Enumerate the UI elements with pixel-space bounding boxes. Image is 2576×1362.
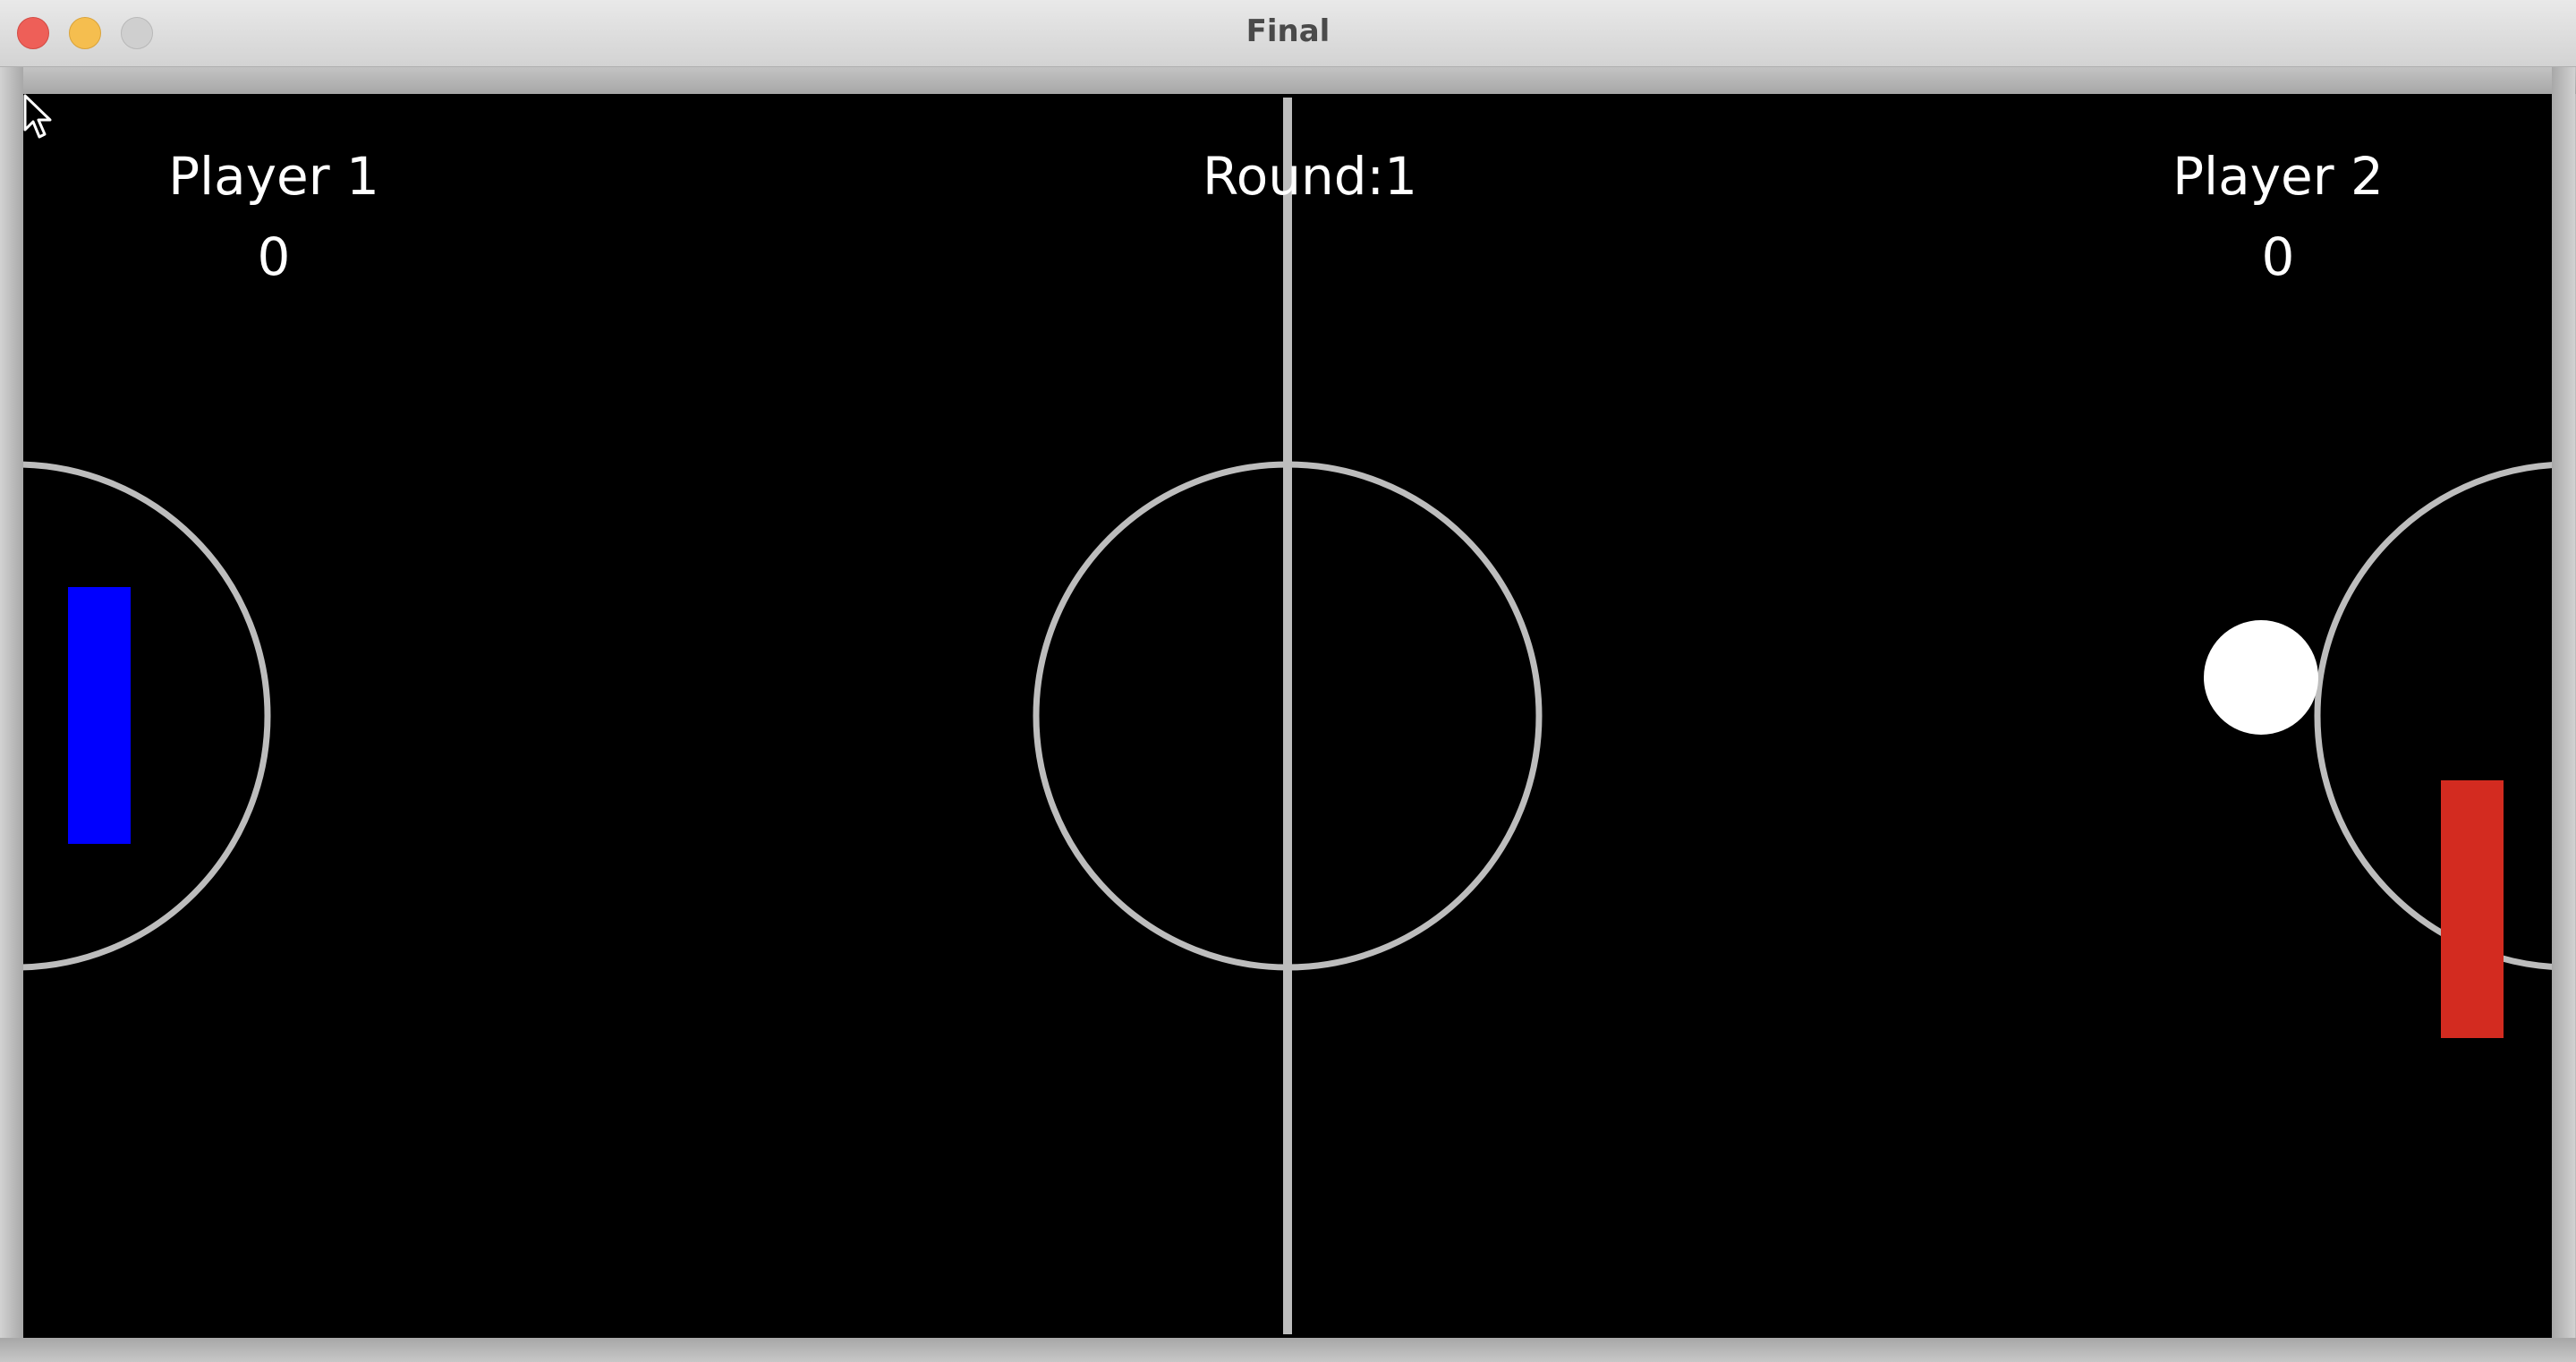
frame-top: [0, 67, 2576, 94]
round-value: 1: [1384, 146, 1417, 207]
ball: [2204, 620, 2318, 735]
left-goal-arc: [23, 461, 271, 971]
frame-left: [0, 67, 23, 1362]
player1-score: 0: [257, 226, 291, 287]
frame-bottom: [0, 1338, 2576, 1362]
right-goal-arc: [2314, 462, 2552, 970]
title-bar[interactable]: Final: [0, 0, 2576, 67]
window-title: Final: [1245, 13, 1331, 49]
player2-name: Player 2: [2172, 146, 2384, 207]
player2-paddle[interactable]: [2441, 780, 2504, 1038]
game-field[interactable]: Player 1 0 Round:1 Player 2 0: [23, 94, 2552, 1338]
round-label: Round:: [1203, 146, 1385, 207]
player1-name: Player 1: [168, 146, 379, 207]
player2-score: 0: [2261, 226, 2295, 287]
round-indicator: Round:1: [1019, 146, 1601, 207]
player1-paddle[interactable]: [68, 587, 131, 844]
arrow-cursor-icon: [23, 94, 52, 139]
frame-right: [2552, 67, 2575, 1362]
game-window: Final Player 1 0 Round:1 Player 2 0: [0, 0, 2576, 1362]
